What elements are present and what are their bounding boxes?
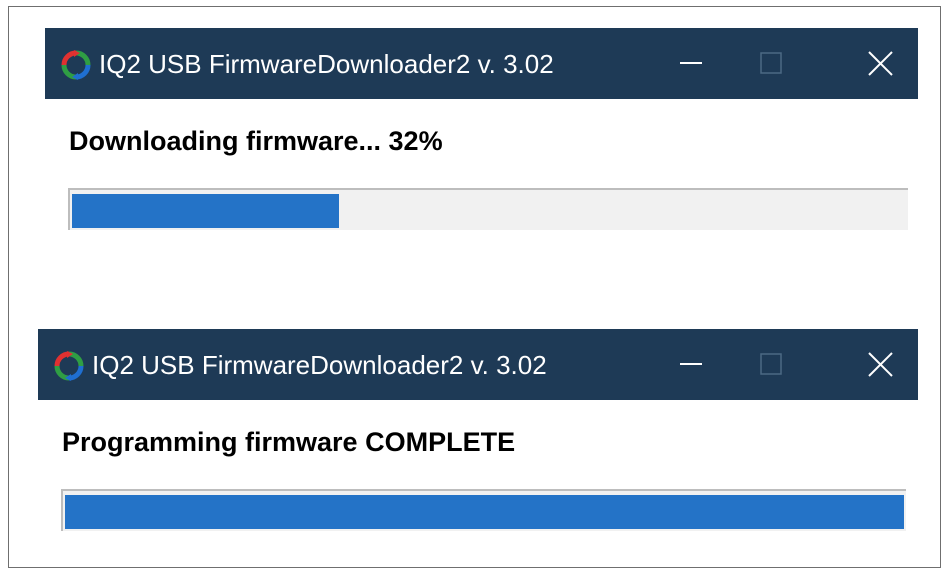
minimize-button[interactable] — [654, 28, 728, 99]
maximize-icon — [760, 353, 782, 375]
minimize-icon — [680, 363, 702, 365]
refresh-arrows-icon — [61, 50, 91, 80]
minimize-button[interactable] — [654, 329, 728, 400]
downloader-window-downloading: IQ2 USB FirmwareDownloader2 v. 3.02 Down… — [45, 28, 918, 260]
refresh-arrows-icon — [54, 351, 84, 381]
maximize-button[interactable] — [734, 28, 808, 99]
status-text: Programming firmware COMPLETE — [62, 427, 516, 457]
minimize-icon — [680, 62, 702, 64]
title-bar[interactable]: IQ2 USB FirmwareDownloader2 v. 3.02 — [45, 28, 918, 99]
window-title: IQ2 USB FirmwareDownloader2 v. 3.02 — [99, 49, 554, 79]
close-button[interactable] — [844, 28, 918, 99]
close-icon — [868, 352, 893, 377]
status-text: Downloading firmware... 32% — [69, 126, 443, 156]
maximize-icon — [760, 52, 782, 74]
progress-fill — [72, 194, 339, 228]
progress-fill — [65, 495, 904, 529]
downloader-window-complete: IQ2 USB FirmwareDownloader2 v. 3.02 Prog… — [38, 329, 918, 561]
close-icon — [868, 51, 893, 76]
maximize-button[interactable] — [734, 329, 808, 400]
window-title: IQ2 USB FirmwareDownloader2 v. 3.02 — [92, 350, 547, 380]
title-bar[interactable]: IQ2 USB FirmwareDownloader2 v. 3.02 — [38, 329, 918, 400]
progress-bar — [61, 489, 906, 531]
close-button[interactable] — [844, 329, 918, 400]
progress-bar — [68, 188, 908, 230]
